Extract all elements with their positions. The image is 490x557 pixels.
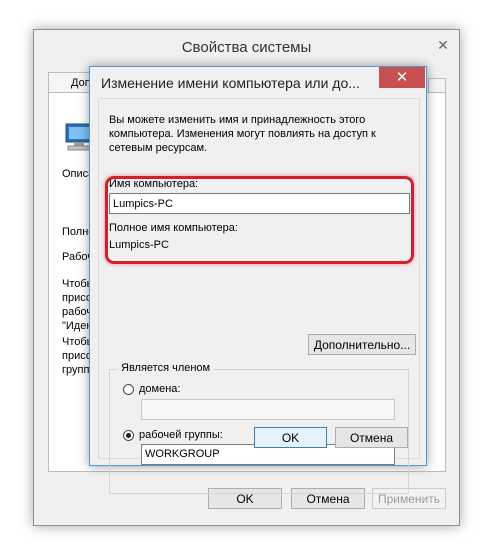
obscured-text-line: групп bbox=[62, 364, 90, 376]
domain-label: домена: bbox=[139, 383, 181, 395]
computer-name-input[interactable] bbox=[109, 193, 410, 214]
workgroup-label: рабочей группы: bbox=[139, 429, 223, 441]
workgroup-radio[interactable] bbox=[123, 430, 134, 441]
full-name-label: Полное имя компьютера: bbox=[109, 222, 238, 234]
obscured-text-line: присо bbox=[62, 350, 92, 362]
domain-radio[interactable] bbox=[123, 384, 134, 395]
domain-input[interactable] bbox=[141, 399, 395, 420]
outer-window-title: Свойства системы bbox=[181, 39, 312, 56]
dialog-description: Вы можете изменить имя и принадлежность … bbox=[109, 114, 376, 154]
dialog-body: Вы можете изменить имя и принадлежность … bbox=[98, 98, 420, 494]
dialog-title: Изменение имени компьютера или до... bbox=[101, 75, 360, 91]
obscured-text-line: "Иден bbox=[62, 320, 93, 332]
obscured-text-line: рабоч bbox=[62, 306, 93, 318]
outer-titlebar: Свойства системы ✕ bbox=[34, 30, 459, 63]
dialog-close-icon[interactable]: ✕ bbox=[379, 67, 425, 88]
dialog-ok-button[interactable]: OK bbox=[254, 427, 327, 448]
full-name-value: Lumpics-PC bbox=[109, 239, 169, 251]
member-of-legend: Является членом bbox=[117, 362, 215, 374]
dialog-cancel-button[interactable]: Отмена bbox=[335, 427, 408, 448]
obscured-text-line: присо bbox=[62, 292, 92, 304]
computer-name-label: Имя компьютера: bbox=[109, 178, 199, 190]
outer-close-icon[interactable]: ✕ bbox=[430, 36, 456, 54]
more-button[interactable]: Дополнительно... bbox=[308, 334, 416, 355]
computer-name-dialog: Изменение имени компьютера или до... ✕ В… bbox=[89, 66, 427, 494]
